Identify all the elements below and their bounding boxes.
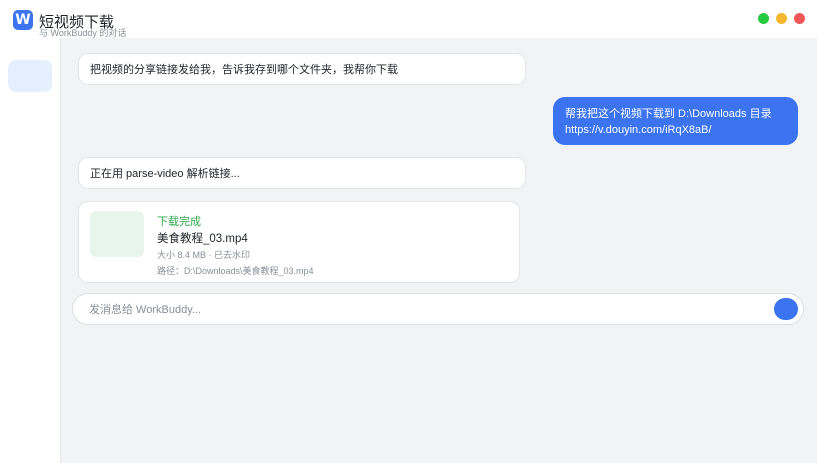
file-meta: 大小 8.4 MB · 已去水印 bbox=[157, 250, 251, 260]
user-message: 帮我把这个视频下载到 D:\Downloads 目录 https://v.dou… bbox=[553, 97, 798, 145]
maximize-window-button[interactable] bbox=[758, 13, 769, 24]
sidebar-item-chat[interactable] bbox=[8, 60, 52, 92]
app-logo: W bbox=[13, 10, 33, 30]
send-button[interactable] bbox=[774, 298, 798, 320]
sidebar-item-documents[interactable] bbox=[8, 126, 52, 158]
close-window-button[interactable] bbox=[794, 13, 805, 24]
message-text: 把视频的分享链接发给我，告诉我存到哪个文件夹，我帮你下载 bbox=[90, 64, 398, 76]
file-path: 路径：D:\Downloads\美食教程_03.mp4 bbox=[157, 266, 314, 276]
title-bar: W 短视频下载 与 WorkBuddy 的对话 bbox=[0, 0, 817, 38]
message-link[interactable]: https://v.douyin.com/iRqX8aB/ bbox=[565, 122, 786, 138]
download-result-card[interactable]: 下载完成 美食教程_03.mp4 大小 8.4 MB · 已去水印 路径：D:\… bbox=[78, 201, 520, 283]
assistant-message: 把视频的分享链接发给我，告诉我存到哪个文件夹，我帮你下载 bbox=[78, 53, 526, 85]
download-status: 下载完成 bbox=[157, 216, 201, 228]
message-input[interactable] bbox=[87, 300, 751, 320]
minimize-window-button[interactable] bbox=[776, 13, 787, 24]
video-thumbnail[interactable] bbox=[90, 211, 144, 257]
message-composer bbox=[72, 293, 804, 325]
message-text: 正在用 parse-video 解析链接... bbox=[90, 168, 240, 180]
sidebar bbox=[0, 38, 61, 463]
file-name[interactable]: 美食教程_03.mp4 bbox=[157, 230, 248, 246]
assistant-message: 正在用 parse-video 解析链接... bbox=[78, 157, 526, 189]
sidebar-item-folders[interactable] bbox=[8, 180, 52, 212]
message-text: 帮我把这个视频下载到 D:\Downloads 目录 bbox=[565, 108, 772, 120]
